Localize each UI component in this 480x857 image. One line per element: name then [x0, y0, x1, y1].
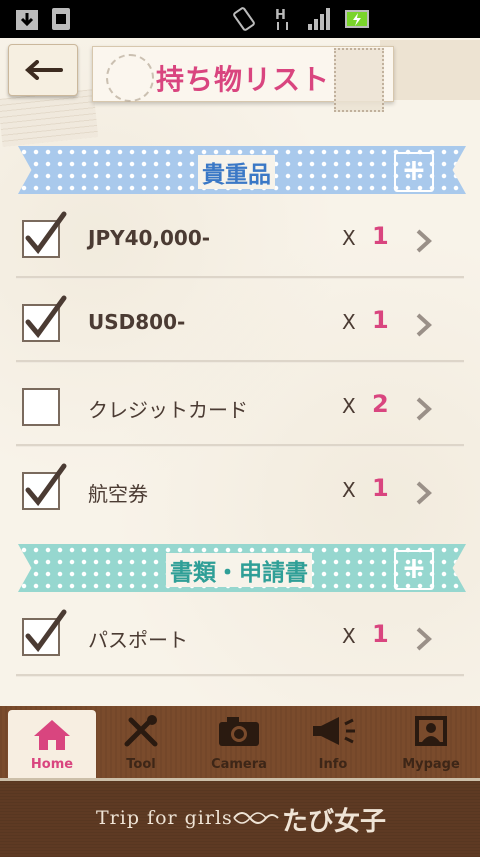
- checkmark-icon: [25, 295, 67, 338]
- tools-icon: [124, 715, 158, 747]
- multiplier-sign: X: [342, 310, 356, 334]
- row-divider: [16, 360, 464, 363]
- status-bar: H: [0, 0, 480, 38]
- multiplier-sign: X: [342, 624, 356, 648]
- rotate-icon: [233, 7, 255, 31]
- tab-label: Camera: [211, 757, 267, 772]
- ornament-icon: [233, 812, 279, 824]
- checkmark-icon: [25, 609, 67, 652]
- chevron-right-icon[interactable]: [414, 626, 434, 652]
- footer-tagline: Trip for girls: [96, 807, 233, 829]
- camera-icon: [219, 717, 259, 746]
- list-item[interactable]: パスポート X 1: [0, 598, 480, 682]
- tab-label: Info: [318, 757, 348, 772]
- item-label: JPY40,000-: [88, 226, 211, 250]
- chevron-right-icon[interactable]: [414, 312, 434, 338]
- multiplier-sign: X: [342, 226, 356, 250]
- item-quantity: 1: [372, 620, 389, 648]
- checkmark-icon: [25, 463, 67, 506]
- list-item[interactable]: クレジットカード X 2: [0, 368, 480, 452]
- tab-info[interactable]: Info: [288, 706, 378, 778]
- item-quantity: 1: [372, 306, 389, 334]
- download-icon: [16, 10, 38, 30]
- multiplier-sign: X: [342, 478, 356, 502]
- back-arrow-icon: [24, 60, 63, 80]
- header-decoration: [380, 40, 480, 100]
- item-label: クレジットカード: [88, 398, 248, 422]
- row-divider: [16, 444, 464, 447]
- paper-scrap-decoration: [0, 89, 99, 147]
- item-checkbox[interactable]: [22, 388, 60, 426]
- checkmark-icon: [25, 211, 67, 254]
- tab-label: Tool: [126, 757, 156, 772]
- megaphone-icon: [313, 717, 355, 745]
- add-valuables-button[interactable]: +: [394, 152, 434, 192]
- item-label: パスポート: [88, 628, 188, 652]
- list-item[interactable]: JPY40,000- X 1: [0, 200, 480, 284]
- tab-home[interactable]: Home: [8, 710, 96, 778]
- signal-icon: [308, 8, 330, 30]
- svg-text:H: H: [275, 8, 286, 23]
- chevron-right-icon[interactable]: [414, 396, 434, 422]
- back-button[interactable]: [8, 44, 78, 96]
- tab-camera[interactable]: Camera: [194, 706, 284, 778]
- tab-label: Mypage: [402, 757, 460, 772]
- row-divider: [16, 674, 464, 677]
- tab-mypage[interactable]: Mypage: [386, 706, 476, 778]
- add-documents-button[interactable]: +: [394, 550, 434, 590]
- item-quantity: 2: [372, 390, 389, 418]
- tab-label: Home: [30, 757, 74, 772]
- portrait-icon: [415, 716, 447, 746]
- page-title: 持ち物リスト: [156, 63, 331, 96]
- battery-icon: [345, 10, 369, 28]
- item-label: 航空券: [88, 482, 148, 506]
- item-checkbox[interactable]: [22, 211, 67, 258]
- item-quantity: 1: [372, 474, 389, 502]
- item-label: USD800-: [88, 310, 186, 334]
- footer-logo: たび女子: [282, 807, 387, 837]
- network-h-icon: H: [275, 8, 288, 30]
- chevron-right-icon[interactable]: [414, 480, 434, 506]
- item-checkbox[interactable]: [22, 609, 67, 656]
- item-quantity: 1: [372, 222, 389, 250]
- list-item[interactable]: 航空券 X 1: [0, 452, 480, 536]
- home-icon: [34, 720, 70, 750]
- sd-card-icon: [52, 8, 70, 30]
- chevron-right-icon[interactable]: [414, 228, 434, 254]
- list-item[interactable]: USD800- X 1: [0, 284, 480, 368]
- postmark-decoration: [106, 54, 154, 102]
- section-title-valuables: 貴重品: [198, 155, 275, 189]
- footer-banner: Trip for girls たび女子: [0, 778, 480, 857]
- multiplier-sign: X: [342, 394, 356, 418]
- bottom-tab-bar: Home Tool Camera Info Mypage: [0, 706, 480, 778]
- row-divider: [16, 276, 464, 279]
- item-checkbox[interactable]: [22, 295, 67, 342]
- section-title-documents: 書類・申請書: [166, 553, 312, 587]
- item-checkbox[interactable]: [22, 463, 67, 510]
- tab-tool[interactable]: Tool: [96, 706, 186, 778]
